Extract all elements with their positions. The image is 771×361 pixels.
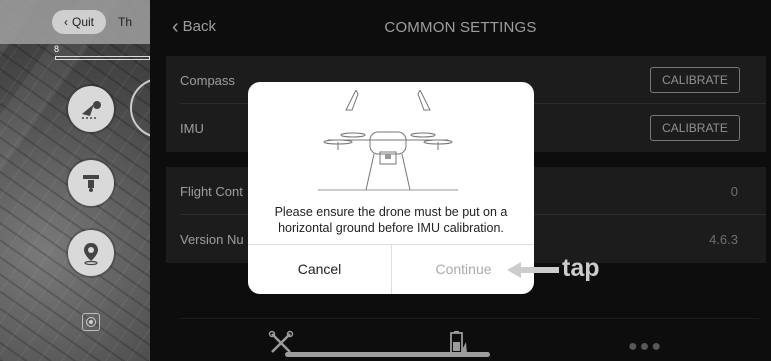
map-view[interactable]: ‹ Quit Th 8 — [0, 0, 150, 361]
compass-ring — [130, 78, 150, 138]
dialog-message: Please ensure the drone must be put on a… — [274, 205, 508, 235]
drone-camera-button[interactable] — [68, 160, 114, 206]
chevron-left-icon: ‹ — [63, 15, 68, 29]
imu-calibration-dialog: Please ensure the drone must be put on a… — [248, 82, 534, 294]
drone-camera-icon — [83, 175, 99, 192]
route-plan-icon — [82, 101, 101, 119]
arrow-left-icon — [507, 262, 559, 278]
locate-button[interactable] — [82, 313, 100, 331]
cancel-button[interactable]: Cancel — [248, 244, 391, 294]
route-plan-button[interactable] — [68, 86, 114, 132]
progress-track — [55, 56, 150, 60]
signal-indicator: 8 — [54, 44, 60, 54]
location-pin-button[interactable] — [68, 230, 114, 276]
tap-annotation: tap — [562, 254, 600, 282]
map-title: Th — [118, 15, 133, 29]
quit-button[interactable]: ‹ Quit — [52, 10, 106, 34]
quit-label: Quit — [71, 15, 94, 29]
drone-illustration — [318, 90, 458, 191]
location-pin-icon — [84, 243, 98, 266]
target-icon — [86, 317, 96, 327]
